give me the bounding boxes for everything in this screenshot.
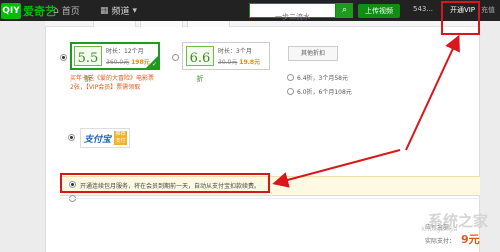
- auto-renew-highlight-box: [60, 173, 270, 193]
- iqiyi-logo[interactable]: QIY 爱奇艺: [1, 2, 56, 19]
- nav-home-label: 首页: [61, 7, 80, 17]
- nav-channels[interactable]: ▦ 频道 ▾: [100, 3, 137, 18]
- plan-12-month-price: 360.0元 198元: [106, 59, 150, 66]
- watermark-subtitle: XiTongZhiJia: [421, 226, 458, 233]
- plan-3-month-duration: 时长：3个月: [218, 48, 252, 55]
- actual-pay-label: 实际支付：: [425, 238, 456, 245]
- other-plan-radio[interactable]: [287, 88, 294, 95]
- logo-mark: QIY: [1, 2, 21, 19]
- chevron-down-icon: ▾: [132, 5, 138, 16]
- nav-channels-label: 频道: [111, 7, 130, 17]
- plan-12-month-radio[interactable]: [60, 54, 67, 61]
- grid-icon: ▦: [100, 5, 109, 16]
- promo-text: 买年卡送《爱的大冒险》电影票 2张，【VIP会员】票需领取: [70, 75, 155, 91]
- search-box: [249, 3, 336, 24]
- other-plan-option[interactable]: 6.0折，6个月108元: [297, 87, 352, 96]
- other-plan-radio[interactable]: [287, 74, 294, 81]
- upload-video-button[interactable]: 上传视频: [358, 4, 400, 18]
- home-icon: ⌂: [53, 5, 59, 16]
- recharge-link[interactable]: 充值: [481, 5, 495, 15]
- divider: [60, 198, 480, 199]
- alipay-label: 支付宝: [84, 134, 112, 145]
- logo-text: 爱奇艺: [23, 4, 56, 18]
- check-icon: ✓: [152, 61, 158, 68]
- actual-pay-price: 9元: [461, 233, 480, 246]
- alipay-badge: 推荐 支付: [114, 131, 128, 145]
- tab-stub[interactable]: [140, 21, 183, 27]
- user-name[interactable]: 543...: [413, 5, 433, 13]
- tab-stub[interactable]: [93, 21, 136, 27]
- plan-12-month-duration: 时长：12个月: [106, 48, 144, 55]
- other-plan-option[interactable]: 6.4折，3个月58元: [297, 73, 348, 82]
- alipay-option[interactable]: 支付宝 推荐 支付: [80, 128, 130, 148]
- plan-3-month-radio[interactable]: [172, 54, 179, 61]
- search-icon: ⌕: [341, 5, 348, 15]
- other-discounts-dropdown[interactable]: 其他折扣: [288, 46, 338, 61]
- alipay-radio[interactable]: [68, 134, 75, 141]
- search-button[interactable]: ⌕: [336, 3, 353, 18]
- plan-12-month-discount: 5.5折: [74, 46, 102, 83]
- vip-highlight-box: [441, 1, 480, 35]
- nav-home[interactable]: ⌂ 首页: [53, 3, 80, 18]
- plan-3-month-discount: 6.6折: [186, 46, 214, 83]
- plan-3-month-price: 30.0元 19.8元: [218, 59, 261, 66]
- tab-stub[interactable]: [187, 21, 230, 27]
